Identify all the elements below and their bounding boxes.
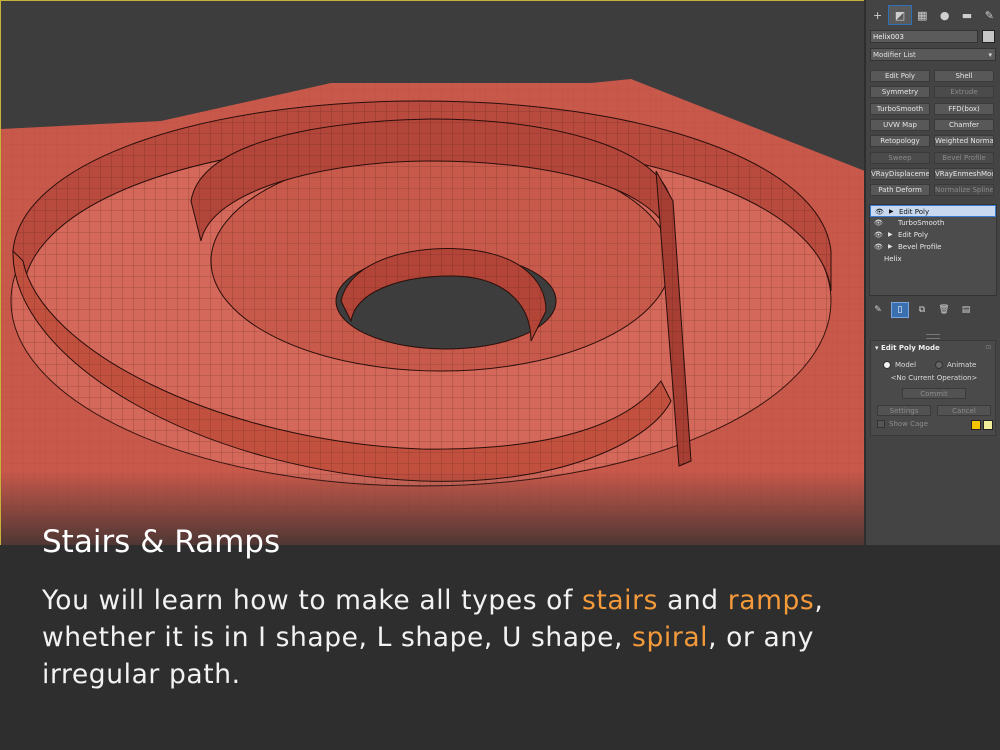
display-icon[interactable]: ▬ [956,6,977,24]
caption-title: Stairs & Ramps [42,524,281,560]
checkbox-icon [877,420,885,428]
modifier-button[interactable]: Chamfer [934,118,994,131]
modifier-button[interactable]: Extrude [934,86,994,99]
modifier-button[interactable]: FFD(box) [934,102,994,115]
eye-icon[interactable]: 👁 [874,229,883,241]
remove-modifier-icon[interactable]: 🗑 [936,303,952,317]
stack-item-label: TurboSmooth [898,219,945,227]
highlight-ramps: ramps [727,585,815,616]
model-radio-label: Model [895,361,917,369]
caption-text: You will learn how to make all types of [42,585,582,616]
configure-modifier-sets-icon[interactable]: ▤ [958,303,974,317]
modifier-button[interactable]: UVW Map [870,118,930,131]
chevron-down-icon: ▾ [988,51,992,59]
hierarchy-icon[interactable]: ▦ [912,6,933,24]
viewport[interactable] [0,0,864,545]
modifier-list-dropdown[interactable]: Modifier List ▾ [870,48,996,61]
stack-item[interactable]: 👁 TurboSmooth [870,217,996,229]
motion-icon[interactable]: ● [934,6,955,24]
stack-item[interactable]: 👁 ▶ Edit Poly [870,229,996,241]
radio-dot-icon [883,361,891,369]
modify-icon[interactable]: ◩ [888,5,912,25]
modifier-stack[interactable]: 👁 ▶ Edit Poly 👁 TurboSmooth 👁 ▶ Edit Poly 👁 ▶ Beve… [869,204,997,296]
cancel-button[interactable]: Cancel [937,405,991,416]
cage-color-swatch[interactable] [971,420,981,430]
pin-stack-icon[interactable]: ✎ [870,303,886,317]
caption-body: You will learn how to make all types of … [42,582,982,693]
show-cage-label: Show Cage [889,420,929,428]
edit-poly-mode-rollout: ▾ Edit Poly Mode ⊡ Model Animate <No Cur… [870,340,996,436]
object-name-field[interactable]: Helix003 [870,30,978,43]
rollout-title[interactable]: ▾ Edit Poly Mode [875,344,940,352]
modifier-button[interactable]: Bevel Profile [934,151,994,164]
eye-icon[interactable]: 👁 [874,217,883,229]
highlight-stairs: stairs [581,585,659,616]
create-icon[interactable]: + [867,6,888,24]
show-cage-checkbox[interactable]: Show Cage [877,420,928,428]
caption-text: whether it is in I shape, L shape, U sha… [42,622,633,653]
modifier-button[interactable]: Path Deform [870,184,930,197]
model-radio[interactable]: Model [883,361,916,369]
stack-base-object[interactable]: Helix [870,253,996,265]
radio-dot-icon [935,361,943,369]
modifier-button[interactable]: VRayEnmeshMod [934,167,994,180]
eye-icon[interactable]: 👁 [874,241,883,253]
caption-text: irregular path. [42,659,241,690]
modifier-button[interactable]: Edit Poly [870,70,930,82]
command-panel: + ◩ ▦ ● ▬ ✎ Helix003 Modifier List ▾ Edit Pol… [866,0,1000,545]
modifier-button[interactable]: Symmetry [870,86,930,99]
modifier-button[interactable]: TurboSmooth [870,102,930,115]
modifier-button[interactable]: Sweep [870,151,930,164]
expand-triangle-icon[interactable]: ▶ [888,229,893,241]
commit-button[interactable]: Commit [902,388,966,399]
stack-toolbar: ✎ ▯ ⧉ 🗑 ▤ [870,302,996,318]
spiral-ramp-model [1,79,864,545]
rollout-pin-icon[interactable]: ⊡ [986,344,991,351]
stack-item-label: Bevel Profile [898,243,942,251]
highlight-spiral: spiral [632,622,709,653]
modifier-button[interactable]: Shell [934,70,994,82]
modifier-list-label: Modifier List [873,51,916,59]
animate-radio-label: Animate [947,361,977,369]
settings-button[interactable]: Settings [877,405,931,416]
stack-item[interactable]: 👁 ▶ Bevel Profile [870,241,996,253]
command-panel-tabs: + ◩ ▦ ● ▬ ✎ [866,4,1000,26]
caption-text: , or any [708,622,815,653]
cage-selected-color-swatch[interactable] [983,420,993,430]
utilities-icon[interactable]: ✎ [979,6,1000,24]
stack-item-label: Edit Poly [898,231,929,239]
make-unique-icon[interactable]: ⧉ [914,303,930,317]
modifier-button[interactable]: Retopology [870,135,930,148]
modifier-button[interactable]: Normalize Spline [934,184,994,197]
object-color-swatch[interactable] [982,30,995,43]
panel-divider[interactable] [926,334,940,339]
caption-text: and [658,585,728,616]
animate-radio[interactable]: Animate [935,361,976,369]
caption-text: , [814,585,824,616]
stack-item[interactable]: 👁 ▶ Edit Poly [870,205,996,217]
stack-base-label: Helix [884,255,902,263]
expand-triangle-icon[interactable]: ▶ [888,241,893,253]
modifier-button[interactable]: VRayDisplacementMod [870,167,930,180]
modifier-button[interactable]: Weighted Normals [934,135,994,148]
show-end-result-icon[interactable]: ▯ [891,302,909,318]
current-operation-label: <No Current Operation> [890,374,978,382]
